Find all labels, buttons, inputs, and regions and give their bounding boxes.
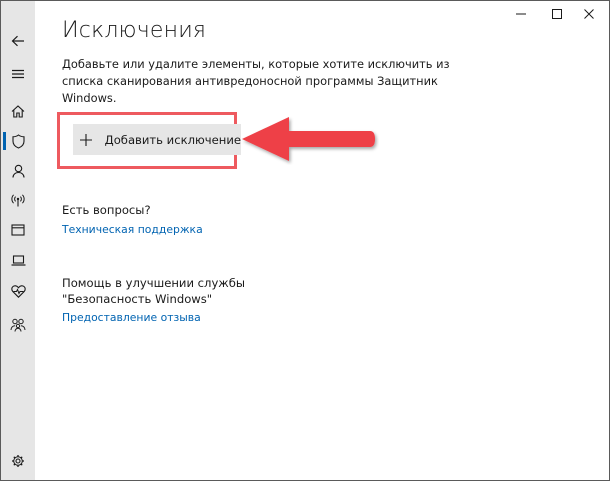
app-window: Исключения Добавьте или удалите элементы… — [0, 0, 610, 481]
maximize-icon — [552, 9, 562, 19]
nav-account-protection[interactable] — [1, 158, 35, 184]
close-icon — [584, 9, 594, 19]
app-window-icon — [11, 224, 25, 236]
add-exclusion-button[interactable]: Добавить исключение — [73, 124, 241, 155]
callout-arrow-icon — [242, 117, 375, 161]
antenna-icon — [11, 193, 25, 206]
feedback-link[interactable]: Предоставление отзыва — [62, 311, 201, 324]
nav-firewall[interactable] — [1, 187, 35, 213]
improve-heading-line1: Помощь в улучшении службы — [62, 276, 246, 290]
plus-icon — [73, 133, 99, 146]
hamburger-icon — [12, 69, 24, 79]
improve-heading-line2: "Безопасность Windows" — [62, 292, 213, 306]
nav-device-performance[interactable] — [1, 278, 35, 304]
laptop-icon — [11, 254, 25, 266]
home-icon — [11, 104, 25, 118]
minimize-button[interactable] — [502, 1, 540, 27]
page-description: Добавьте или удалите элементы, которые х… — [62, 57, 450, 105]
heart-icon — [10, 284, 26, 298]
questions-heading: Есть вопросы? — [62, 203, 151, 217]
nav-app-browser-control[interactable] — [1, 217, 35, 243]
menu-button[interactable] — [1, 61, 35, 87]
person-icon — [11, 164, 25, 178]
minimize-icon — [516, 13, 526, 15]
back-arrow-icon — [11, 35, 24, 47]
gear-icon — [12, 455, 24, 467]
family-icon — [10, 318, 26, 332]
page-title: Исключения — [62, 18, 207, 43]
nav-device-security[interactable] — [1, 247, 35, 273]
close-button[interactable] — [570, 1, 608, 27]
nav-family-options[interactable] — [1, 312, 35, 338]
shield-icon — [11, 133, 25, 149]
sidebar — [1, 1, 35, 480]
nav-virus-protection[interactable] — [1, 128, 35, 154]
nav-settings[interactable] — [1, 448, 35, 474]
add-exclusion-label: Добавить исключение — [104, 132, 241, 147]
back-button[interactable] — [1, 28, 35, 54]
nav-home[interactable] — [1, 98, 35, 124]
support-link[interactable]: Техническая поддержка — [62, 223, 203, 236]
